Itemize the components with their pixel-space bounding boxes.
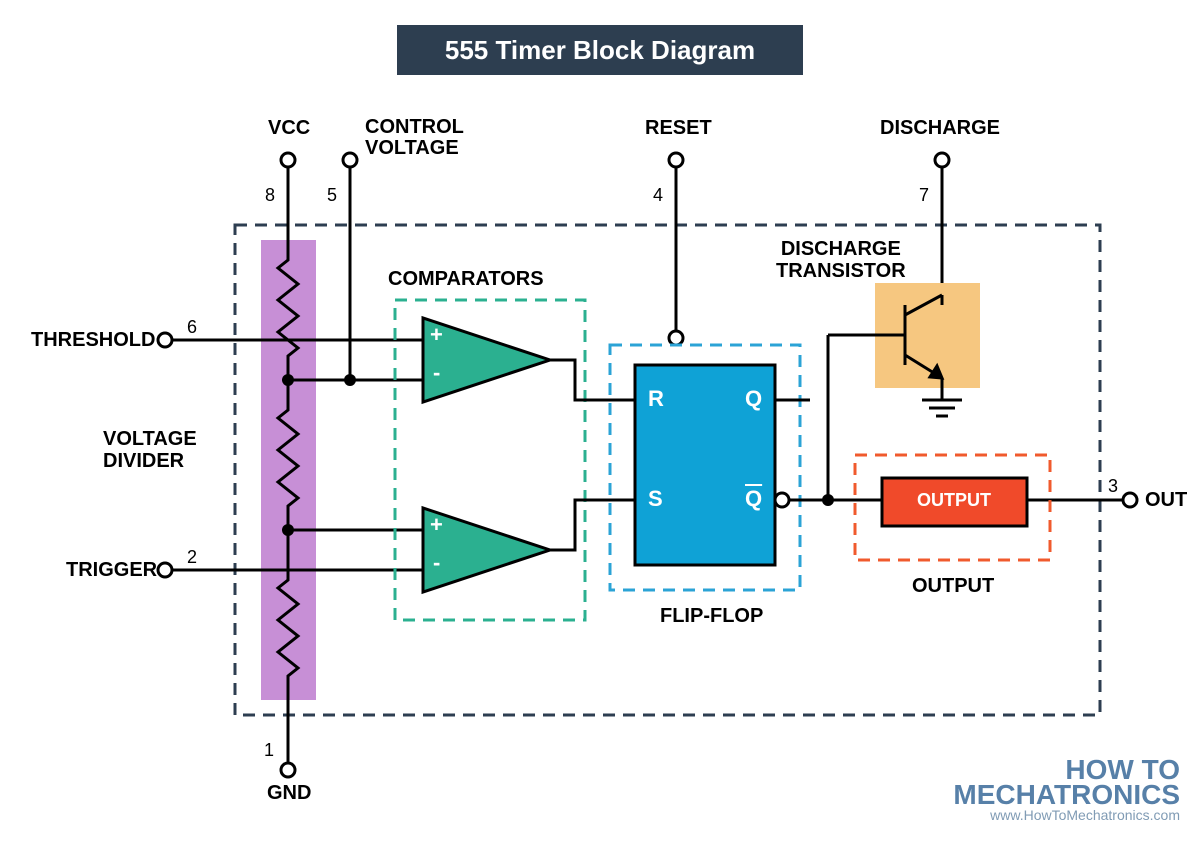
watermark: HOW TO MECHATRONICS www.HowToMechatronic… xyxy=(953,757,1180,823)
label-output-stage: OUTPUT xyxy=(912,575,994,598)
num-reset: 4 xyxy=(653,185,663,206)
comp1-plus: + xyxy=(430,322,443,348)
num-threshold: 6 xyxy=(187,317,197,338)
reset-bubble xyxy=(669,331,683,345)
ff-qbar: Q xyxy=(745,486,762,512)
pin-reset-terminal xyxy=(669,153,683,167)
label-discharge: DISCHARGE xyxy=(880,117,1000,140)
wire-comp1-to-r xyxy=(550,360,635,400)
label-comparators: COMPARATORS xyxy=(388,268,544,291)
watermark-line2: MECHATRONICS xyxy=(953,779,1180,810)
num-vcc: 8 xyxy=(265,185,275,206)
label-out: OUT xyxy=(1145,489,1187,512)
pin-gnd-terminal xyxy=(281,763,295,777)
num-control: 5 xyxy=(327,185,337,206)
label-gnd: GND xyxy=(267,782,311,805)
label-flipflop: FLIP-FLOP xyxy=(660,605,763,628)
ff-q: Q xyxy=(745,386,762,412)
wire-comp2-to-s xyxy=(550,500,635,550)
output-block-text: OUTPUT xyxy=(917,490,991,511)
comp1-minus: - xyxy=(433,360,440,386)
num-gnd: 1 xyxy=(264,740,274,761)
label-control: CONTROL VOLTAGE xyxy=(365,117,464,159)
label-threshold: THRESHOLD xyxy=(31,329,155,352)
num-discharge: 7 xyxy=(919,185,929,206)
label-discharge-transistor: DISCHARGE TRANSISTOR xyxy=(776,238,906,282)
label-trigger: TRIGGER xyxy=(66,559,157,582)
ff-r: R xyxy=(648,386,664,412)
pin-trigger-terminal xyxy=(158,563,172,577)
pin-control-terminal xyxy=(343,153,357,167)
label-voltage-divider: VOLTAGE DIVIDER xyxy=(103,428,197,472)
label-reset: RESET xyxy=(645,117,712,140)
pin-threshold-terminal xyxy=(158,333,172,347)
ff-s: S xyxy=(648,486,663,512)
label-vcc: VCC xyxy=(268,117,310,140)
block-diagram-svg xyxy=(0,0,1200,843)
pin-out-terminal xyxy=(1123,493,1137,507)
pin-vcc-terminal xyxy=(281,153,295,167)
qbar-bubble xyxy=(775,493,789,507)
num-out: 3 xyxy=(1108,476,1118,497)
comp2-plus: + xyxy=(430,512,443,538)
comp2-minus: - xyxy=(433,550,440,576)
num-trigger: 2 xyxy=(187,547,197,568)
pin-discharge-terminal xyxy=(935,153,949,167)
